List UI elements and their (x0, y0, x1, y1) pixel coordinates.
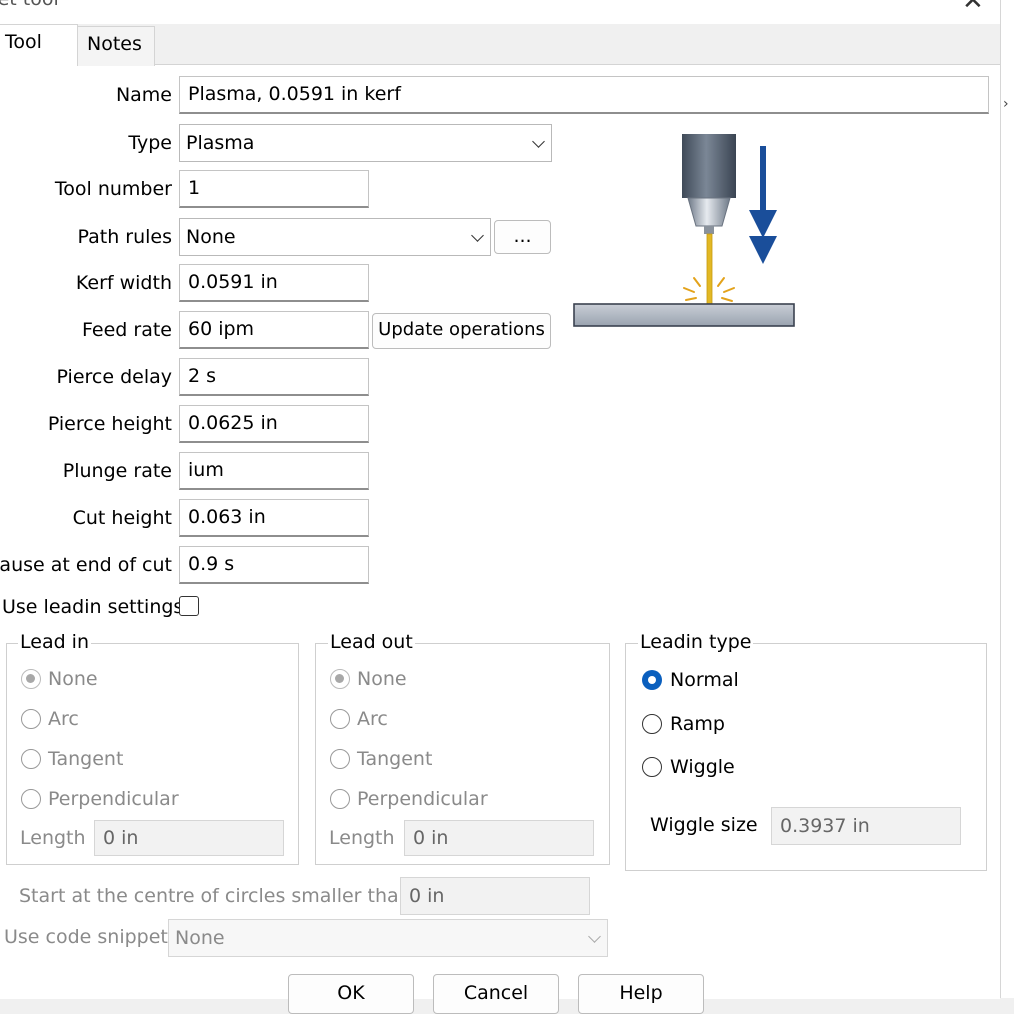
window-title: Jet tool (0, 0, 59, 10)
lead-out-arc-radio[interactable] (330, 709, 350, 729)
name-input[interactable]: Plasma, 0.0591 in kerf (179, 76, 989, 114)
close-icon[interactable]: ✕ (962, 0, 984, 16)
pierce-delay-label: Pierce delay (56, 366, 173, 388)
lead-out-length-input[interactable]: 0 in (404, 820, 594, 856)
leadin-type-title: Leadin type (638, 631, 754, 653)
lead-in-arc-radio[interactable] (21, 709, 41, 729)
tab-tool[interactable]: Tool (0, 24, 78, 66)
path-rules-browse-button[interactable]: ... (494, 220, 551, 254)
use-leadin-label: Use leadin settings (2, 596, 184, 618)
lead-in-none-radio[interactable] (21, 669, 41, 689)
cut-height-input[interactable]: 0.063 in (179, 499, 369, 537)
plasma-torch-illustration (573, 134, 795, 327)
title-bar (0, 0, 1014, 24)
lead-in-none-label: None (48, 668, 98, 690)
kerf-width-label: Kerf width (75, 272, 172, 294)
lead-out-perpendicular-radio[interactable] (330, 789, 350, 809)
lead-out-perpendicular-label: Perpendicular (357, 788, 488, 810)
name-label: Name (115, 84, 172, 106)
plunge-rate-label: Plunge rate (62, 460, 172, 482)
use-leadin-checkbox[interactable] (179, 596, 199, 616)
pause-end-label: Pause at end of cut (0, 554, 172, 576)
leadin-type-normal-label: Normal (670, 669, 739, 691)
tool-number-label: Tool number (54, 178, 172, 200)
wiggle-size-label: Wiggle size (650, 814, 758, 836)
pierce-height-input[interactable]: 0.0625 in (179, 405, 369, 443)
pierce-delay-input[interactable]: 2 s (179, 358, 369, 396)
plunge-rate-input[interactable]: ium (179, 452, 369, 490)
tool-number-input[interactable]: 1 (179, 170, 369, 208)
chevron-down-icon (471, 229, 484, 242)
tab-notes-label: Notes (87, 33, 142, 55)
lead-in-tangent-radio[interactable] (21, 749, 41, 769)
lead-in-length-input[interactable]: 0 in (94, 820, 284, 856)
leadin-type-normal-radio[interactable] (642, 670, 662, 690)
pause-end-input[interactable]: 0.9 s (179, 546, 369, 584)
leadin-type-ramp-radio[interactable] (642, 714, 662, 734)
snippet-select-value: None (175, 927, 225, 949)
lead-out-length-label: Length (329, 827, 395, 849)
chevron-right-icon: › (1003, 96, 1009, 112)
path-rules-select-value: None (186, 226, 236, 248)
lead-in-perpendicular-radio[interactable] (21, 789, 41, 809)
tab-notes[interactable]: Notes (77, 26, 155, 66)
help-button[interactable]: Help (578, 974, 704, 1014)
chevron-down-icon (588, 930, 601, 943)
path-rules-select[interactable]: None (179, 218, 491, 256)
lead-out-none-radio[interactable] (330, 669, 350, 689)
lead-out-arc-label: Arc (357, 708, 388, 730)
circles-label: Start at the centre of circles smaller t… (19, 885, 411, 907)
tab-tool-label: Tool (5, 31, 42, 53)
lead-in-arc-label: Arc (48, 708, 79, 730)
lead-out-none-label: None (357, 668, 407, 690)
snippet-label: Use code snippet (4, 926, 168, 948)
type-select-value: Plasma (186, 132, 255, 154)
path-rules-label: Path rules (77, 226, 173, 248)
type-label: Type (128, 132, 172, 154)
lead-in-title: Lead in (18, 631, 92, 653)
ok-button[interactable]: OK (288, 974, 414, 1014)
lead-in-tangent-label: Tangent (48, 748, 124, 770)
lead-in-length-label: Length (20, 827, 86, 849)
leadin-type-ramp-label: Ramp (670, 713, 725, 735)
cut-height-label: Cut height (72, 507, 172, 529)
chevron-down-icon (532, 135, 545, 148)
snippet-select[interactable]: None (168, 919, 608, 957)
feed-rate-label: Feed rate (82, 319, 172, 341)
circles-input[interactable]: 0 in (400, 877, 590, 915)
leadin-type-wiggle-label: Wiggle (670, 756, 735, 778)
lead-out-tangent-label: Tangent (357, 748, 433, 770)
lead-out-title: Lead out (328, 631, 415, 653)
kerf-width-input[interactable]: 0.0591 in (179, 264, 369, 302)
wiggle-size-input[interactable]: 0.3937 in (771, 807, 961, 845)
pierce-height-label: Pierce height (47, 413, 172, 435)
lead-out-tangent-radio[interactable] (330, 749, 350, 769)
cancel-button[interactable]: Cancel (433, 974, 559, 1014)
type-select[interactable]: Plasma (179, 124, 552, 162)
feed-rate-input[interactable]: 60 ipm (179, 311, 369, 349)
background-window-edge: › (1000, 0, 1014, 998)
leadin-type-wiggle-radio[interactable] (642, 757, 662, 777)
update-operations-button[interactable]: Update operations (372, 313, 551, 349)
lead-in-perpendicular-label: Perpendicular (48, 788, 179, 810)
